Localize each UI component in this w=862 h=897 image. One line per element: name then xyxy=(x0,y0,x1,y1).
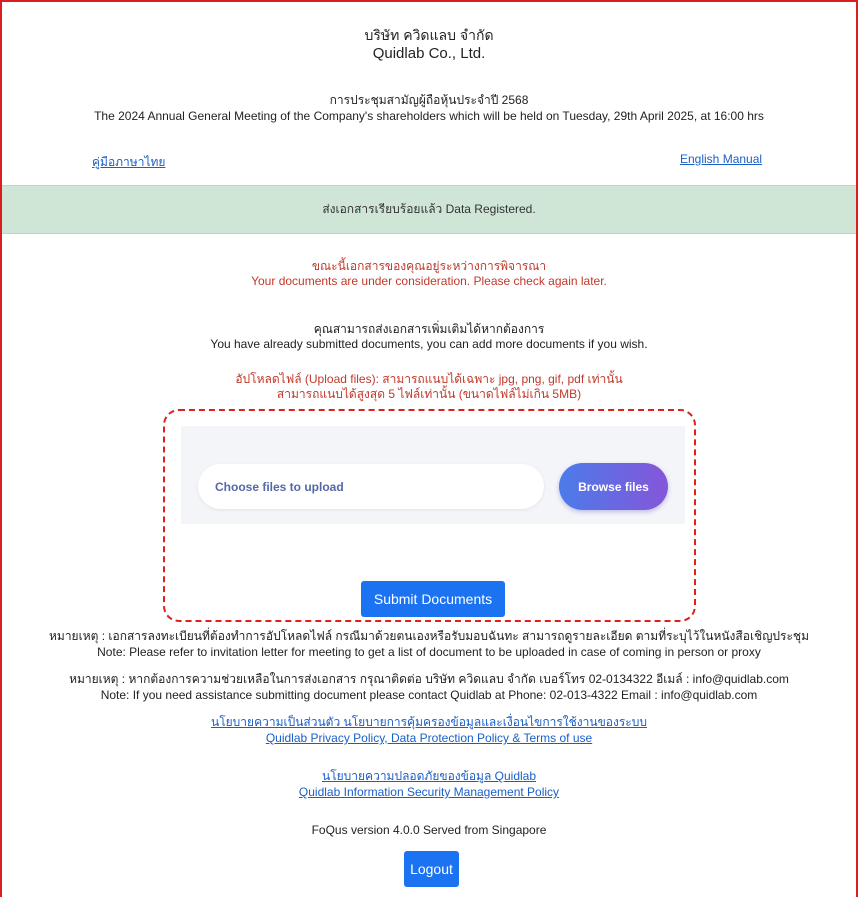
browse-files-button[interactable]: Browse files xyxy=(559,463,668,510)
already-submitted-thai: คุณสามารถส่งเอกสารเพิ่มเติมได้หากต้องการ xyxy=(313,322,545,336)
privacy-policy-link-thai[interactable]: นโยบายความเป็นส่วนตัว นโยบายการคุ้มครองข… xyxy=(211,715,647,729)
already-submitted-english: You have already submitted documents, yo… xyxy=(210,337,648,351)
note-assistance: หมายเหตุ : หากต้องการความช่วยเหลือในการส… xyxy=(0,671,858,703)
note-documents-english: Note: Please refer to invitation letter … xyxy=(97,645,761,659)
status-banner-text: ส่งเอกสารเรียบร้อยแล้ว Data Registered. xyxy=(322,202,536,216)
consideration-message: ขณะนี้เอกสารของคุณอยู่ระหว่างการพิจารณา … xyxy=(0,259,858,289)
page-header: บริษัท ควิดแลบ จำกัด Quidlab Co., Ltd. xyxy=(0,26,858,64)
thai-manual-link[interactable]: คู่มือภาษาไทย xyxy=(92,153,165,172)
privacy-policy-link-english[interactable]: Quidlab Privacy Policy, Data Protection … xyxy=(266,731,592,745)
company-name-english: Quidlab Co., Ltd. xyxy=(372,45,486,62)
file-upload-placeholder: Choose files to upload xyxy=(215,479,344,494)
security-policy-links: นโยบายความปลอดภัยของข้อมูล Quidlab Quidl… xyxy=(0,768,858,800)
consideration-text-english: Your documents are under consideration. … xyxy=(251,274,607,288)
logout-button[interactable]: Logout xyxy=(404,851,459,887)
company-name-thai: บริษัท ควิดแลบ จำกัด xyxy=(364,27,494,43)
meeting-title-thai: การประชุมสามัญผู้ถือหุ้นประจำปี 2568 xyxy=(329,93,529,107)
security-policy-link-english[interactable]: Quidlab Information Security Management … xyxy=(299,785,559,799)
upload-instructions: อัปโหลดไฟล์ (Upload files): สามารถแนบได้… xyxy=(0,372,858,402)
security-policy-link-thai[interactable]: นโยบายความปลอดภัยของข้อมูล Quidlab xyxy=(322,769,536,783)
upload-instructions-line1: อัปโหลดไฟล์ (Upload files): สามารถแนบได้… xyxy=(235,372,623,386)
already-submitted-message: คุณสามารถส่งเอกสารเพิ่มเติมได้หากต้องการ… xyxy=(0,322,858,352)
status-banner: ส่งเอกสารเรียบร้อยแล้ว Data Registered. xyxy=(2,185,856,234)
file-upload-input[interactable]: Choose files to upload xyxy=(198,464,544,509)
consideration-text-thai: ขณะนี้เอกสารของคุณอยู่ระหว่างการพิจารณา xyxy=(311,259,547,273)
note-assistance-english: Note: If you need assistance submitting … xyxy=(100,688,758,702)
meeting-info: การประชุมสามัญผู้ถือหุ้นประจำปี 2568 The… xyxy=(0,92,858,124)
english-manual-link[interactable]: English Manual xyxy=(680,152,762,166)
note-documents-thai: หมายเหตุ : เอกสารลงทะเบียนที่ต้องทำการอั… xyxy=(49,629,809,643)
meeting-title-english: The 2024 Annual General Meeting of the C… xyxy=(94,109,764,123)
upload-instructions-line2: สามารถแนบได้สูงสุด 5 ไฟล์เท่านั้น (ขนาดไ… xyxy=(276,387,582,401)
version-info: FoQus version 4.0.0 Served from Singapor… xyxy=(311,823,547,837)
note-assistance-thai: หมายเหตุ : หากต้องการความช่วยเหลือในการส… xyxy=(69,672,789,686)
privacy-policy-links: นโยบายความเป็นส่วนตัว นโยบายการคุ้มครองข… xyxy=(0,714,858,746)
note-documents: หมายเหตุ : เอกสารลงทะเบียนที่ต้องทำการอั… xyxy=(0,628,858,660)
submit-documents-button[interactable]: Submit Documents xyxy=(361,581,505,617)
